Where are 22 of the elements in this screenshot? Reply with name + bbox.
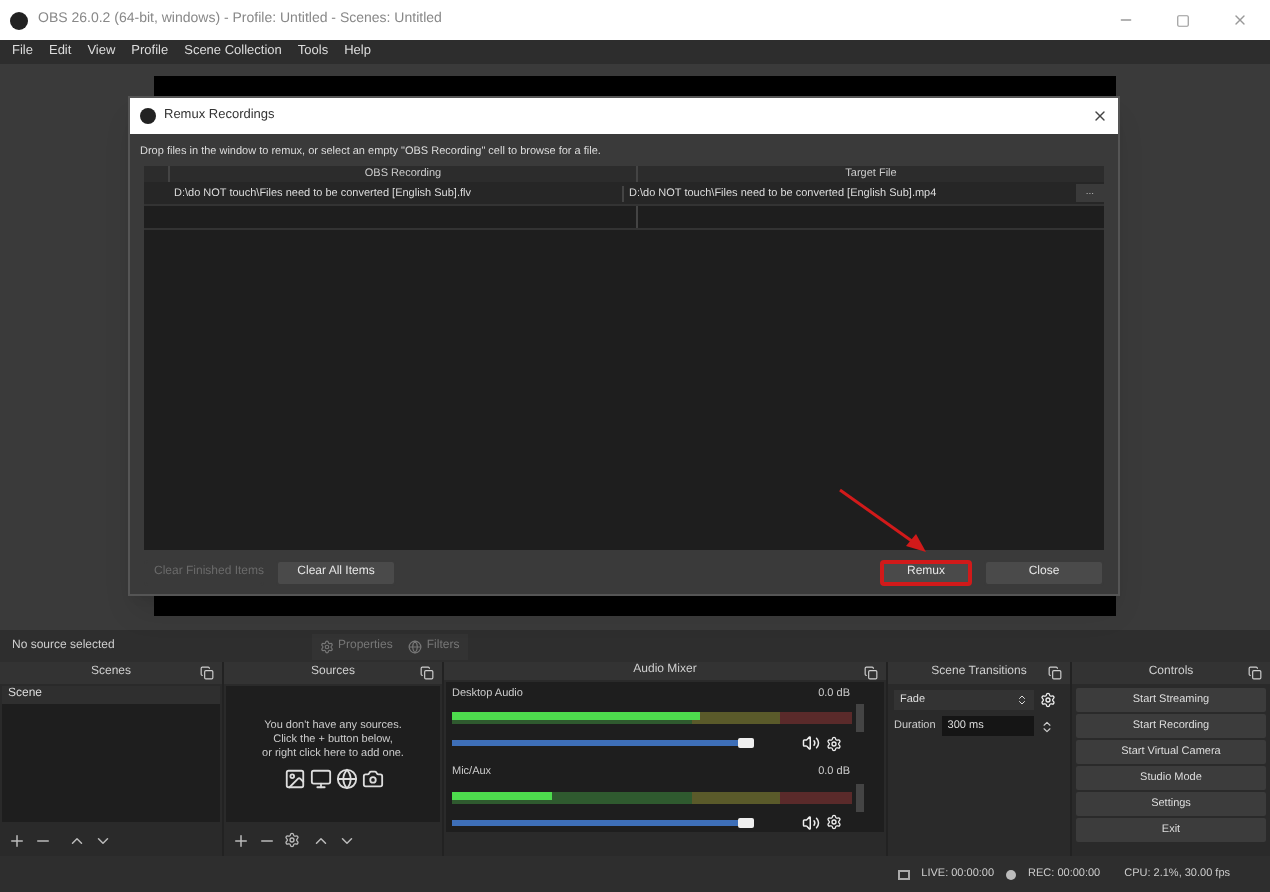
gear-icon — [320, 639, 334, 653]
globe-icon — [408, 639, 423, 653]
pointer-arrow — [836, 486, 928, 554]
undock-icon[interactable] — [1248, 666, 1262, 680]
app-logo-icon — [10, 11, 28, 29]
undock-icon[interactable] — [420, 666, 434, 680]
add-icon[interactable] — [232, 831, 250, 849]
globe-icon — [335, 767, 357, 789]
camera-icon — [361, 767, 383, 789]
undock-icon[interactable] — [200, 666, 214, 680]
image-icon — [283, 767, 305, 789]
speaker-icon[interactable] — [802, 734, 820, 753]
live-icon — [897, 869, 910, 879]
undock-icon[interactable] — [864, 666, 878, 680]
speaker-icon[interactable] — [802, 813, 820, 831]
spin-icon[interactable] — [1039, 719, 1054, 733]
add-icon[interactable] — [8, 831, 26, 849]
close-icon[interactable] — [1092, 108, 1108, 124]
monitor-icon — [309, 767, 331, 789]
app-logo-icon — [140, 108, 156, 124]
settings-icon[interactable] — [284, 832, 300, 848]
undock-icon[interactable] — [1048, 666, 1062, 680]
